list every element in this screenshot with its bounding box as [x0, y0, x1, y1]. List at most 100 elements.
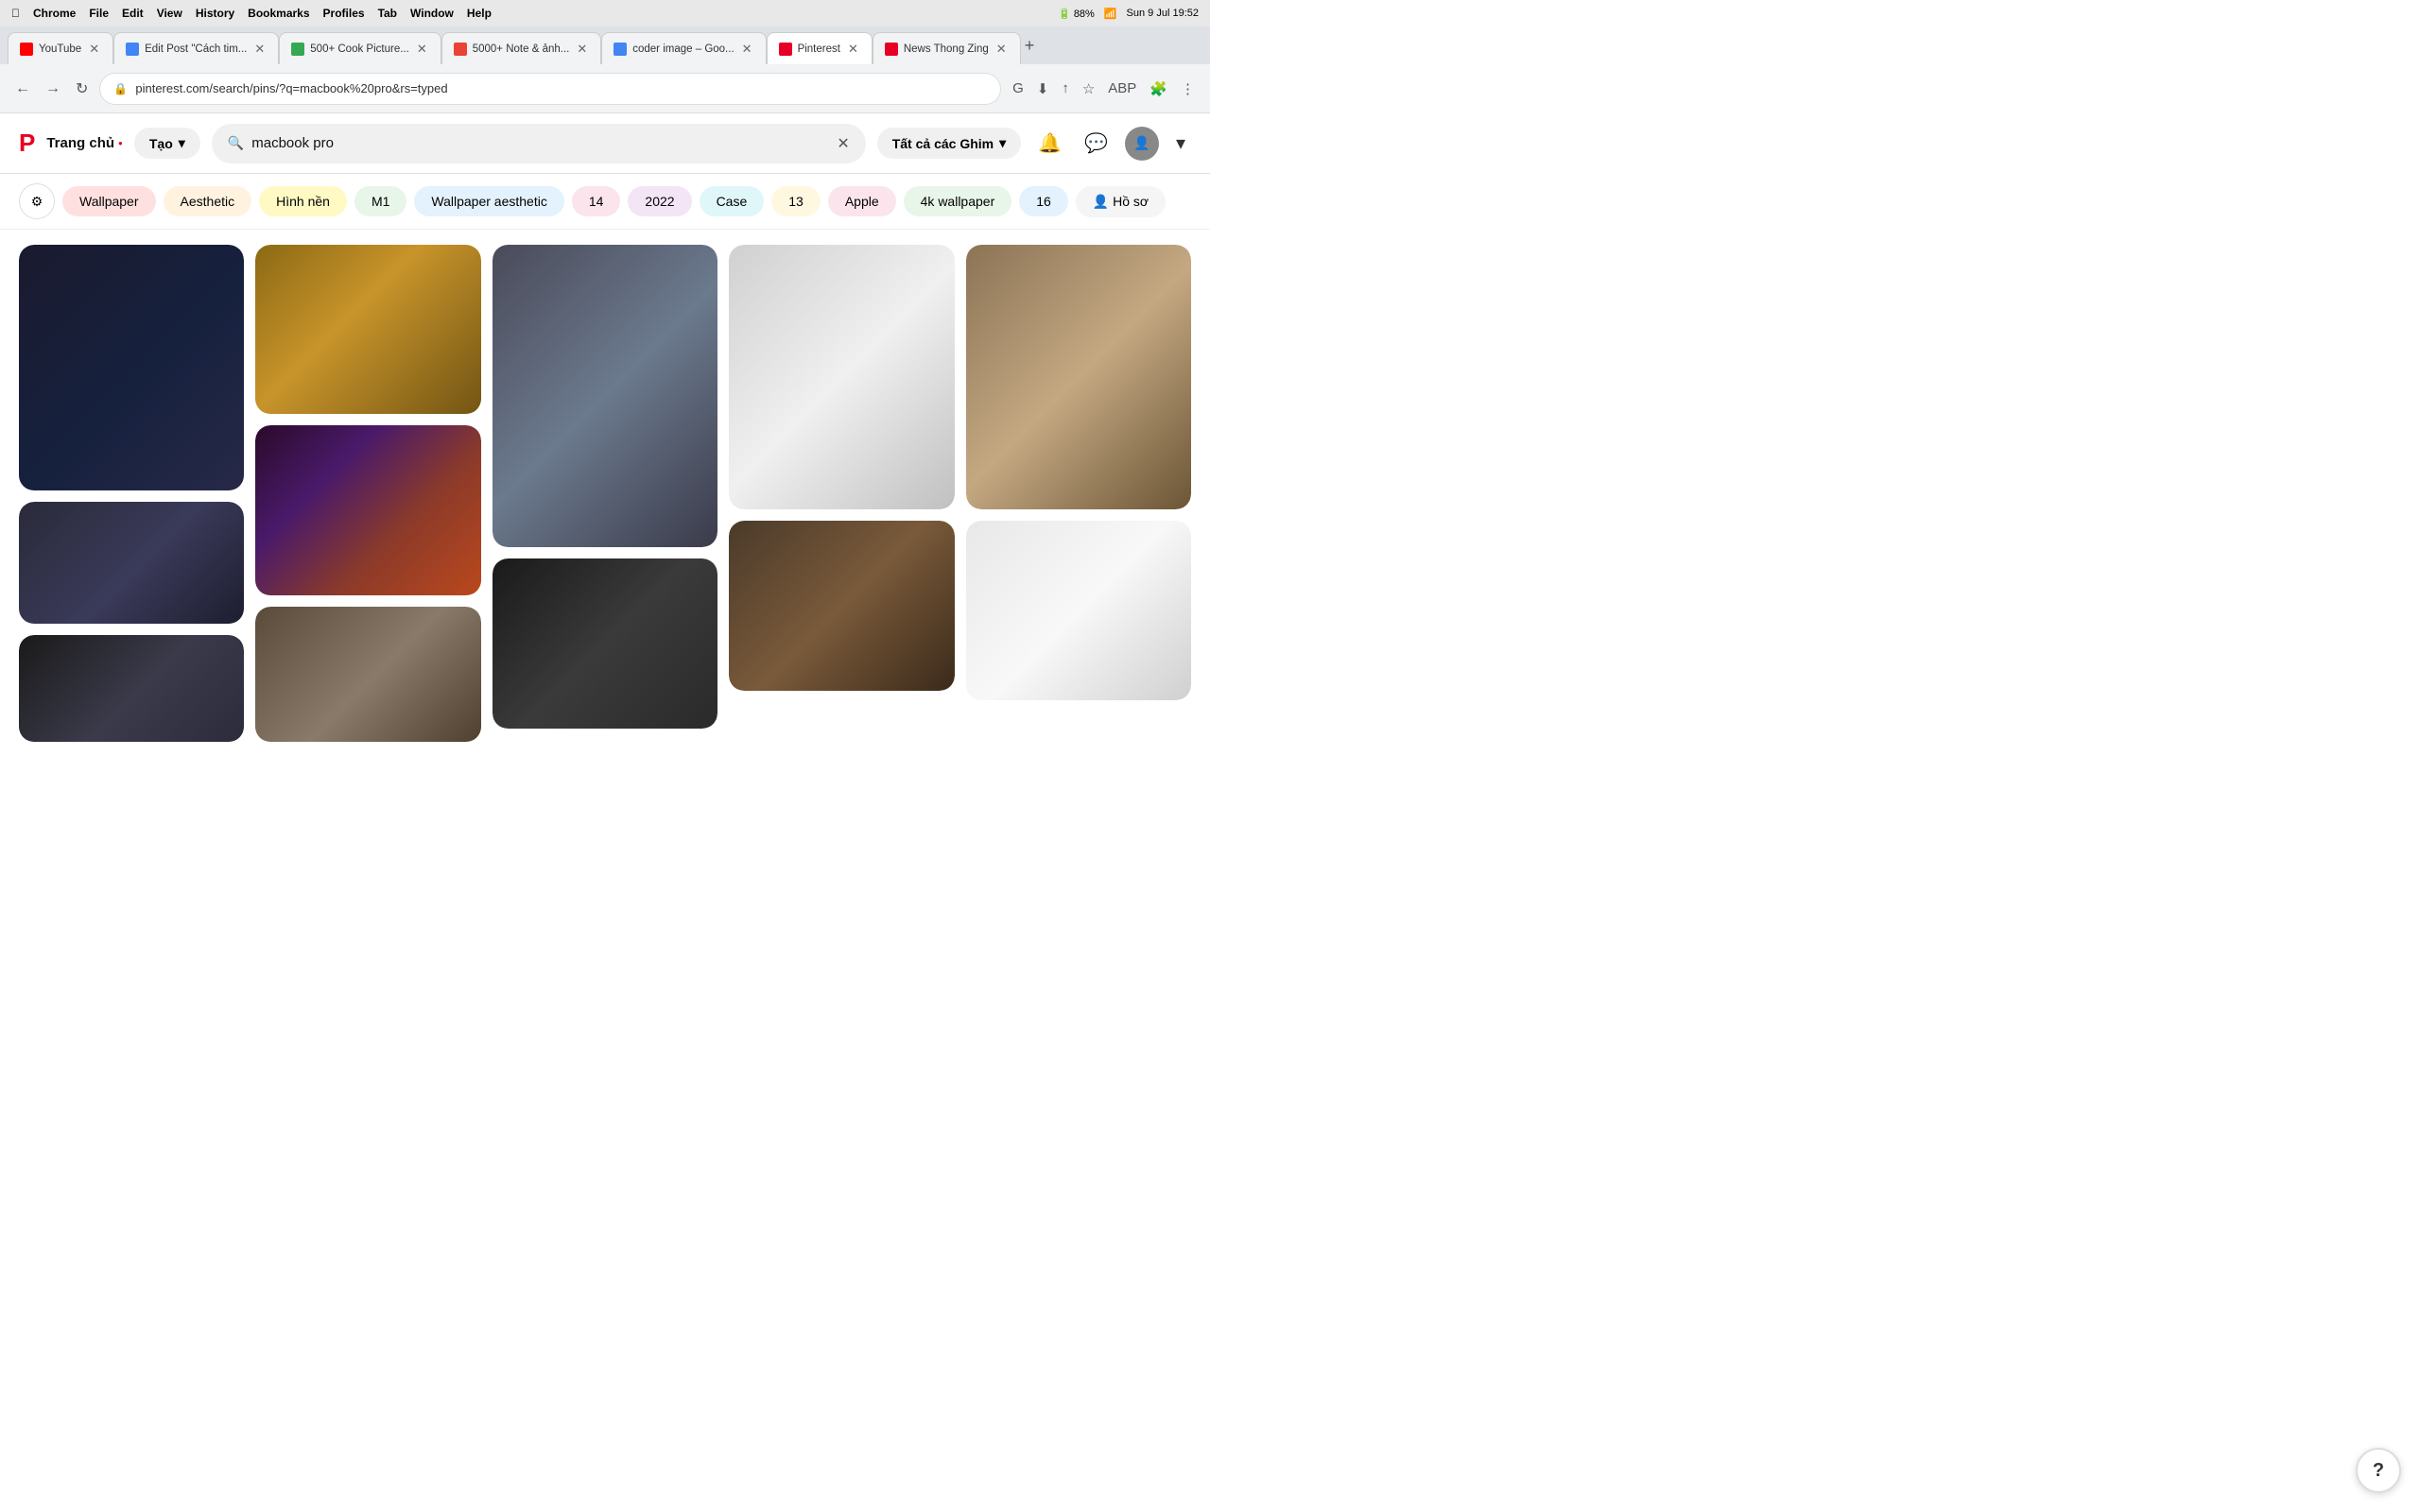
back-button[interactable]: ← [11, 77, 34, 101]
menu-edit[interactable]: Edit [122, 7, 144, 20]
menu-file[interactable]: File [89, 7, 109, 20]
datetime: Sun 9 Jul 19:52 [1127, 8, 1199, 19]
pin-card[interactable]: Lưu [255, 245, 480, 414]
chip-aesthetic[interactable]: Aesthetic [164, 186, 252, 216]
nav-home[interactable]: Trang chủ● [46, 135, 123, 151]
chip-13[interactable]: 13 [771, 186, 821, 216]
messages-button[interactable]: 💬 [1079, 126, 1114, 161]
pin-save-button[interactable]: Lưu [179, 646, 233, 676]
search-box[interactable]: 🔍 ✕ [212, 124, 866, 163]
pin-save-button[interactable]: Lưu [889, 256, 942, 285]
chip-4k-wallpaper[interactable]: 4k wallpaper [904, 186, 1012, 216]
notification-bell-button[interactable]: 🔔 [1032, 126, 1067, 161]
url-text: pinterest.com/search/pins/?q=macbook%20p… [135, 81, 987, 95]
pin-card[interactable]: Lưu [493, 558, 717, 729]
search-input[interactable] [251, 135, 829, 151]
filter-dropdown[interactable]: Tất cả các Ghim ▾ [877, 128, 1021, 159]
search-clear-button[interactable]: ✕ [837, 134, 849, 153]
avatar[interactable]: 👤 [1125, 127, 1159, 161]
tab-close-note[interactable]: ✕ [575, 40, 589, 59]
chip-m1[interactable]: M1 [354, 186, 406, 216]
download-icon[interactable]: ⬇ [1033, 77, 1053, 101]
menu-history[interactable]: History [196, 7, 234, 20]
pin-save-button[interactable]: Lưu [179, 256, 233, 285]
tab-coder[interactable]: coder image – Goo... ✕ [601, 32, 766, 64]
tab-pinterest[interactable]: Pinterest ✕ [767, 32, 873, 64]
pin-card[interactable]: Lưu [19, 635, 244, 742]
pin-save-button[interactable]: Lưu [416, 437, 470, 466]
tab-close-pinterest[interactable]: ✕ [846, 40, 860, 59]
pin-card[interactable]: Lưu [966, 521, 1191, 700]
pin-card[interactable]: Lưu [729, 245, 954, 509]
bookmark-icon[interactable]: ☆ [1079, 77, 1098, 101]
menu-bookmarks[interactable]: Bookmarks [248, 7, 309, 20]
tab-zing[interactable]: News Thong Zing ✕ [873, 32, 1021, 64]
pin-card[interactable]: Lưu [19, 245, 244, 490]
google-icon[interactable]: G [1009, 77, 1028, 100]
reload-button[interactable]: ↻ [72, 76, 92, 102]
pin-card[interactable]: Lưu [966, 245, 1191, 509]
tab-editpost[interactable]: Edit Post "Cách tim... ✕ [113, 32, 279, 64]
adblock-icon[interactable]: ABP [1104, 77, 1140, 100]
menu-help[interactable]: Help [467, 7, 492, 20]
pin-save-button[interactable]: Lưu [652, 570, 706, 599]
macos-menu-left:  Chrome File Edit View History Bookmark… [11, 7, 492, 20]
chrome-menu-icon[interactable]: ⋮ [1177, 77, 1199, 101]
url-box[interactable]: 🔒 pinterest.com/search/pins/?q=macbook%2… [99, 73, 1001, 105]
tab-close-coder[interactable]: ✕ [740, 40, 754, 59]
masonry-col-5: Lưu Lưu [966, 245, 1191, 742]
pin-card[interactable]: Lưu [493, 245, 717, 547]
forward-button[interactable]: → [42, 77, 64, 101]
tab-favicon-editpost [126, 43, 139, 56]
chip-14[interactable]: 14 [572, 186, 621, 216]
pin-card[interactable]: Lưu [255, 425, 480, 594]
pin-card[interactable]: Lưu [729, 521, 954, 691]
menu-tab[interactable]: Tab [378, 7, 397, 20]
menu-profiles[interactable]: Profiles [323, 7, 365, 20]
pin-card[interactable]: Lưu [255, 607, 480, 742]
chip-wallpaper[interactable]: Wallpaper [62, 186, 156, 216]
toolbar-icons: G ⬇ ↑ ☆ ABP 🧩 ⋮ [1009, 77, 1199, 101]
pin-save-button[interactable]: Lưu [179, 513, 233, 542]
address-bar: ← → ↻ 🔒 pinterest.com/search/pins/?q=mac… [0, 64, 1210, 113]
tab-close-editpost[interactable]: ✕ [252, 40, 267, 59]
pin-save-button[interactable]: Lưu [889, 532, 942, 561]
pin-save-button[interactable]: Lưu [652, 256, 706, 285]
pin-card[interactable]: Lưu [19, 502, 244, 625]
tab-youtube[interactable]: YouTube ✕ [8, 32, 113, 64]
masonry-col-4: Lưu Lưu [729, 245, 954, 742]
extension-icon[interactable]: 🧩 [1146, 77, 1171, 101]
nav-create[interactable]: Tạo ▾ [134, 128, 200, 159]
tab-favicon-note [454, 43, 467, 56]
tab-title-editpost: Edit Post "Cách tim... [145, 43, 247, 55]
chip-apple[interactable]: Apple [828, 186, 896, 216]
tab-close-youtube[interactable]: ✕ [87, 40, 101, 59]
pin-save-button[interactable]: Lưu [1126, 256, 1180, 285]
chip-2022[interactable]: 2022 [628, 186, 691, 216]
pin-save-button[interactable]: Lưu [416, 618, 470, 647]
menu-view[interactable]: View [157, 7, 182, 20]
tab-close-cook[interactable]: ✕ [415, 40, 429, 59]
expand-button[interactable]: ▾ [1170, 126, 1191, 161]
new-tab-button[interactable]: + [1025, 36, 1035, 56]
share-icon[interactable]: ↑ [1058, 77, 1073, 100]
pin-save-button[interactable]: Lưu [416, 256, 470, 285]
apple-menu[interactable]:  [11, 7, 20, 20]
menu-window[interactable]: Window [410, 7, 454, 20]
pinterest-logo[interactable]: P [19, 129, 35, 158]
chip-ho-so[interactable]: 👤 Hồ sơ [1076, 186, 1166, 217]
tab-favicon-zing [885, 43, 898, 56]
chip-hinh-nen[interactable]: Hình nền [259, 186, 347, 216]
filter-settings-icon[interactable]: ⚙ [19, 183, 55, 219]
chip-wallpaper-aesthetic[interactable]: Wallpaper aesthetic [414, 186, 563, 216]
header-actions: Tất cả các Ghim ▾ 🔔 💬 👤 ▾ [877, 126, 1191, 161]
pin-save-button[interactable]: Lưu [1126, 532, 1180, 561]
chip-16[interactable]: 16 [1019, 186, 1068, 216]
tab-close-zing[interactable]: ✕ [994, 40, 1009, 59]
masonry-col-3: Lưu Lưu [493, 245, 717, 742]
tab-note[interactable]: 5000+ Note & ảnh... ✕ [441, 32, 602, 64]
help-button[interactable]: ? [2356, 1448, 2401, 1493]
chip-case[interactable]: Case [700, 186, 765, 216]
menu-chrome[interactable]: Chrome [33, 7, 76, 20]
tab-cook[interactable]: 500+ Cook Picture... ✕ [279, 32, 441, 64]
